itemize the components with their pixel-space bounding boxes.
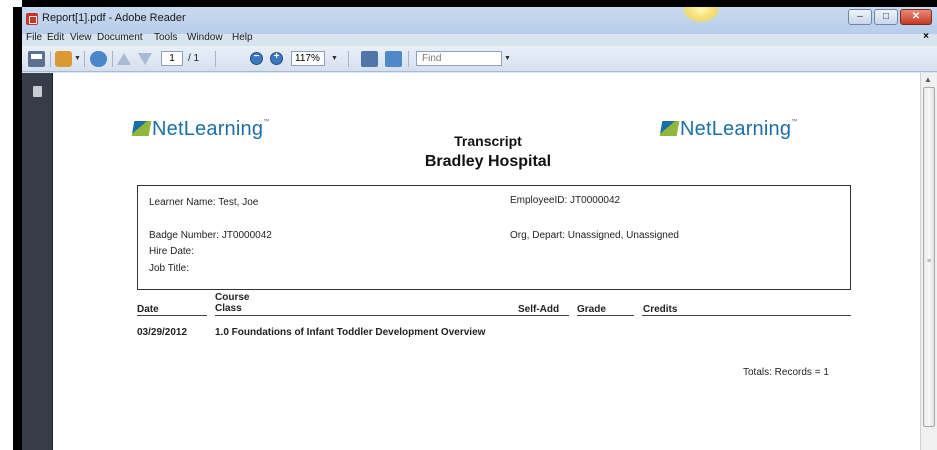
share-icon[interactable] <box>55 51 72 67</box>
zoom-level-input[interactable]: 117% <box>291 51 325 66</box>
scroll-up-icon[interactable]: ▲ <box>924 75 932 84</box>
next-page-icon[interactable] <box>138 53 152 65</box>
menu-document[interactable]: Document <box>97 32 143 43</box>
header-rule-gap <box>569 315 577 316</box>
toolbar-separator <box>50 51 51 67</box>
document-page: NetLearning™ NetLearning™ Transcript Bra… <box>52 73 920 450</box>
cursor-highlight <box>682 7 720 23</box>
screen-frame-top <box>0 0 937 7</box>
adobe-reader-window: Report[1].pdf - Adobe Reader – □ ✕ File … <box>22 7 937 450</box>
maximize-button[interactable]: □ <box>874 9 898 25</box>
zoom-out-icon[interactable]: − <box>250 51 263 65</box>
menu-edit[interactable]: Edit <box>47 32 64 43</box>
learner-name: Learner Name: Test, Joe <box>149 197 259 208</box>
badge-number: Badge Number: JT0000042 <box>149 230 272 241</box>
logo-text: NetLearning <box>152 118 264 140</box>
toolbar-separator <box>84 51 85 67</box>
job-title: Job Title: <box>149 263 190 274</box>
menu-help[interactable]: Help <box>232 32 253 43</box>
netlearning-logo: NetLearning™ <box>131 118 270 140</box>
learner-info-box: Learner Name: Test, Joe EmployeeID: JT00… <box>137 185 851 290</box>
pages-icon[interactable] <box>33 86 42 97</box>
find-input[interactable]: Find <box>416 51 502 66</box>
column-credits: Credits <box>643 304 678 315</box>
header-rule-gap <box>634 315 642 316</box>
menu-bar: File Edit View Document Tools Window Hel… <box>22 31 937 46</box>
chevron-down-icon[interactable]: ▼ <box>504 55 511 62</box>
page-total: / 1 <box>188 53 200 64</box>
window-title: Report[1].pdf - Adobe Reader <box>42 12 186 24</box>
column-date: Date <box>137 304 159 315</box>
netlearning-logo: NetLearning™ <box>659 118 798 140</box>
totals-records: Totals: Records = 1 <box>743 367 829 378</box>
report-title: Transcript <box>454 133 522 149</box>
toolbar-separator <box>112 51 113 67</box>
fit-width-icon[interactable] <box>361 51 378 67</box>
menu-file[interactable]: File <box>26 32 42 43</box>
menu-tools[interactable]: Tools <box>154 32 177 43</box>
close-button[interactable]: ✕ <box>900 9 932 25</box>
menu-view[interactable]: View <box>70 32 92 43</box>
zoom-in-icon[interactable]: + <box>270 51 283 65</box>
header-rule <box>137 315 851 316</box>
print-icon[interactable] <box>28 51 45 67</box>
title-bar[interactable]: Report[1].pdf - Adobe Reader – □ ✕ <box>22 7 937 34</box>
trademark-mark: ™ <box>791 119 798 125</box>
column-self-add: Self-Add <box>518 304 560 315</box>
page-number-input[interactable]: 1 <box>161 51 183 66</box>
minimize-button[interactable]: – <box>848 9 872 25</box>
row-date: 03/29/2012 <box>137 327 188 338</box>
row-course: 1.0 Foundations of Infant Toddler Develo… <box>215 327 486 338</box>
report-subtitle: Bradley Hospital <box>424 153 552 170</box>
toolbar: ▼ 1 / 1 − + 117% ▼ Find ▼ <box>22 46 937 72</box>
menu-window[interactable]: Window <box>187 32 223 43</box>
collaborate-icon[interactable] <box>90 51 107 67</box>
grip-icon: ≡ <box>927 258 932 265</box>
navigation-pane <box>22 73 52 450</box>
toolbar-separator <box>408 51 409 67</box>
netlearning-logo-mark-icon <box>131 121 152 136</box>
trademark-mark: ™ <box>263 119 270 125</box>
header-rule-gap <box>207 315 215 316</box>
netlearning-logo-mark-icon <box>659 121 680 136</box>
fit-page-icon[interactable] <box>385 51 402 67</box>
column-grade: Grade <box>577 304 606 315</box>
toolbar-separator <box>215 51 216 67</box>
scroll-thumb[interactable]: ≡ <box>923 87 935 427</box>
screen-frame-left <box>13 7 22 450</box>
chevron-down-icon[interactable]: ▼ <box>74 55 81 62</box>
column-class: Class <box>215 303 242 314</box>
vertical-scrollbar[interactable]: ▲ ≡ <box>920 73 937 450</box>
chevron-down-icon[interactable]: ▼ <box>331 55 338 62</box>
hire-date: Hire Date: <box>149 246 195 257</box>
toolbar-separator <box>348 51 349 67</box>
employee-id: EmployeeID: JT0000042 <box>510 195 621 206</box>
logo-text: NetLearning <box>680 118 792 140</box>
column-course: Course <box>215 292 250 303</box>
org-depart: Org, Depart: Unassigned, Unassigned <box>510 230 679 241</box>
previous-page-icon[interactable] <box>117 53 131 65</box>
adobe-reader-icon <box>26 13 38 25</box>
close-document-icon[interactable]: × <box>923 31 929 42</box>
